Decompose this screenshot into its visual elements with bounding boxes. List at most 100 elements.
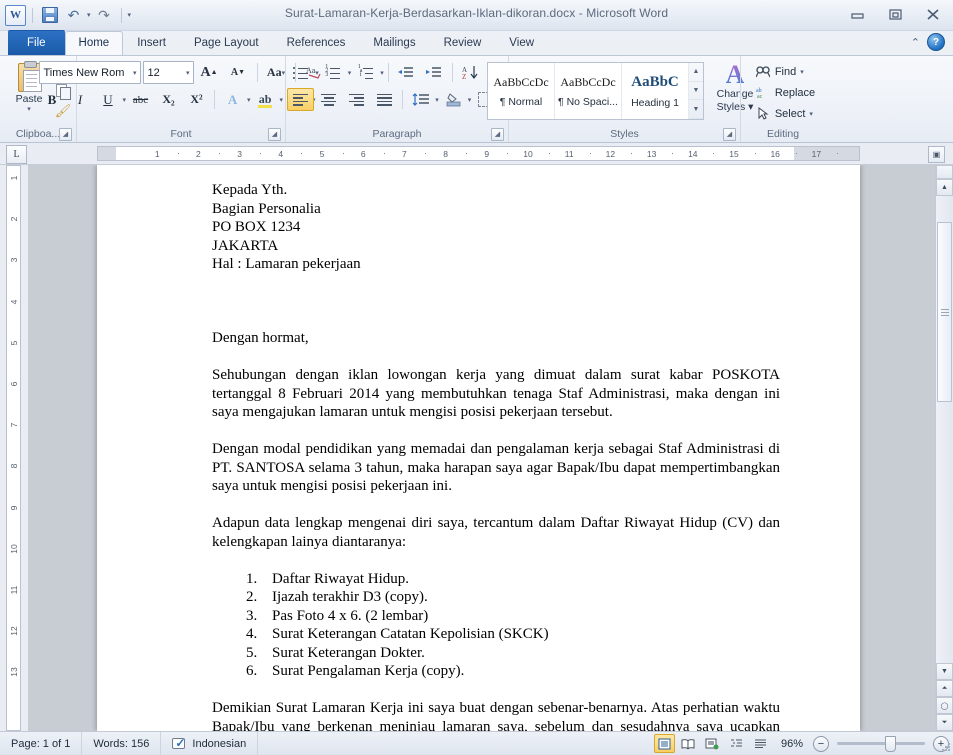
- increase-indent-icon[interactable]: [421, 61, 448, 84]
- clipboard-dialog-launcher-icon[interactable]: ◢: [59, 128, 72, 141]
- align-left-icon[interactable]: [287, 88, 315, 111]
- select-button[interactable]: Select ▾: [755, 104, 815, 123]
- multilevel-list-icon[interactable]: 1ai: [352, 61, 379, 84]
- language-indicator[interactable]: Indonesian: [161, 732, 259, 755]
- address-line-1: Kepada Yth.: [212, 182, 288, 198]
- styles-scroll-down-icon[interactable]: ▼: [689, 82, 703, 101]
- collapse-ribbon-icon[interactable]: ⌃: [911, 36, 920, 49]
- text-effects-dropdown-icon[interactable]: ▾: [247, 96, 251, 104]
- subscript-icon[interactable]: X₂: [155, 88, 182, 111]
- styles-dialog-launcher-icon[interactable]: ◢: [723, 128, 736, 141]
- bullets-icon[interactable]: [287, 61, 314, 84]
- scrollbar-thumb[interactable]: [937, 222, 952, 402]
- help-icon[interactable]: ?: [927, 33, 945, 51]
- close-icon[interactable]: [919, 5, 947, 23]
- font-dialog-launcher-icon[interactable]: ◢: [268, 128, 281, 141]
- style-no-spacing[interactable]: AaBbCcDc ¶ No Spaci...: [555, 63, 622, 119]
- vruler-tick-label: 10: [8, 544, 19, 554]
- document-body[interactable]: Kepada Yth. Bagian Personalia PO BOX 123…: [212, 181, 780, 731]
- sort-icon[interactable]: AZ: [457, 61, 484, 84]
- underline-dropdown-icon[interactable]: ▾: [123, 96, 127, 104]
- view-ruler-toggle-icon[interactable]: ▣: [928, 146, 945, 163]
- style-no-spacing-preview: AaBbCcDc: [560, 74, 616, 89]
- list-item: 4. Surat Keterangan Catatan Kepolisian (S…: [246, 625, 780, 644]
- multilevel-dropdown-icon[interactable]: ▾: [380, 69, 384, 77]
- view-web-layout-icon[interactable]: [702, 734, 723, 753]
- tab-review[interactable]: Review: [430, 31, 496, 55]
- highlight-color-icon[interactable]: ab: [252, 88, 279, 111]
- find-button[interactable]: Find ▾: [755, 62, 815, 81]
- shrink-font-icon[interactable]: A ▼: [225, 61, 252, 84]
- tab-view[interactable]: View: [495, 31, 548, 55]
- view-print-layout-icon[interactable]: [653, 734, 675, 753]
- align-right-icon[interactable]: [343, 88, 370, 111]
- shading-icon[interactable]: [440, 88, 467, 111]
- tab-references[interactable]: References: [273, 31, 360, 55]
- font-size-caret-icon[interactable]: ▾: [186, 69, 190, 77]
- style-heading-1[interactable]: AaBbC Heading 1: [622, 63, 689, 119]
- line-spacing-dropdown-icon[interactable]: ▾: [435, 96, 439, 104]
- address-line-2: Bagian Personalia: [212, 200, 321, 217]
- font-size-combo[interactable]: 12 ▾: [142, 61, 194, 84]
- bullets-dropdown-icon[interactable]: ▾: [315, 69, 319, 77]
- paste-dropdown-icon[interactable]: ▾: [27, 105, 31, 113]
- grow-font-icon[interactable]: A ▲: [196, 61, 223, 84]
- superscript-icon[interactable]: X²: [183, 88, 210, 111]
- tab-selector-button[interactable]: L: [6, 145, 27, 164]
- shading-dropdown-icon[interactable]: ▾: [468, 96, 472, 104]
- select-browse-object-icon[interactable]: ◯: [936, 697, 953, 714]
- view-full-screen-reading-icon[interactable]: [678, 734, 699, 753]
- view-draft-icon[interactable]: [750, 734, 771, 753]
- page-indicator[interactable]: Page: 1 of 1: [0, 732, 83, 755]
- scroll-down-icon[interactable]: ▼: [936, 663, 953, 680]
- styles-more-icon[interactable]: ▼: [689, 100, 703, 120]
- numbering-dropdown-icon[interactable]: ▾: [348, 69, 352, 77]
- restore-icon[interactable]: [881, 5, 909, 23]
- text-effects-icon[interactable]: A: [219, 88, 246, 111]
- paragraph-dialog-launcher-icon[interactable]: ◢: [491, 128, 504, 141]
- underline-icon[interactable]: U: [95, 88, 122, 111]
- numbering-icon[interactable]: 123: [320, 61, 347, 84]
- page-indicator-text: Page: 1 of 1: [11, 737, 71, 750]
- zoom-slider-thumb[interactable]: [885, 736, 896, 752]
- minimize-icon[interactable]: [843, 5, 871, 23]
- tab-mailings[interactable]: Mailings: [359, 31, 429, 55]
- tab-home[interactable]: Home: [64, 31, 124, 55]
- document-page[interactable]: Kepada Yth. Bagian Personalia PO BOX 123…: [97, 165, 860, 731]
- align-center-icon[interactable]: [315, 88, 342, 111]
- replace-icon: ab ac: [755, 86, 771, 99]
- find-dropdown-icon[interactable]: ▾: [800, 68, 804, 76]
- justify-icon[interactable]: [371, 88, 398, 111]
- ruler-tick-label: 5: [319, 149, 325, 159]
- font-name-caret-icon[interactable]: ▾: [133, 69, 137, 77]
- strikethrough-icon[interactable]: abc: [127, 88, 154, 111]
- tab-file[interactable]: File: [8, 30, 65, 55]
- style-normal[interactable]: AaBbCcDc ¶ Normal: [488, 63, 555, 119]
- list-item-number: 2.: [246, 589, 258, 605]
- spelling-check-icon[interactable]: [172, 736, 187, 751]
- view-outline-icon[interactable]: [726, 734, 747, 753]
- next-page-icon[interactable]: ⏷: [936, 714, 953, 731]
- italic-icon[interactable]: I: [67, 88, 94, 111]
- zoom-out-button[interactable]: −: [813, 735, 829, 752]
- decrease-indent-icon[interactable]: [393, 61, 420, 84]
- line-spacing-icon[interactable]: [407, 88, 434, 111]
- tab-insert[interactable]: Insert: [123, 31, 180, 55]
- select-dropdown-icon[interactable]: ▾: [809, 110, 813, 118]
- split-window-handle[interactable]: [936, 165, 953, 179]
- tab-page-layout[interactable]: Page Layout: [180, 31, 273, 55]
- styles-scroll-up-icon[interactable]: ▲: [689, 63, 703, 82]
- font-name-combo[interactable]: Times New Rom ▾: [38, 61, 141, 84]
- zoom-level[interactable]: 96%: [774, 738, 810, 750]
- vertical-ruler[interactable]: 1 2 3 4 5 6 7 8 9 10 11 12 13: [6, 165, 21, 731]
- word-count[interactable]: Words: 156: [82, 732, 162, 755]
- resize-grip[interactable]: [941, 743, 951, 753]
- vertical-scrollbar[interactable]: ▲ ▼ ⏶ ◯ ⏷: [935, 165, 953, 731]
- zoom-slider[interactable]: [837, 736, 925, 752]
- select-icon: [755, 107, 771, 120]
- replace-button[interactable]: ab ac Replace: [755, 83, 815, 102]
- horizontal-ruler[interactable]: 1 2 3 4 5 6 7 8 9 10 11 12 13 14 15 16 17: [97, 146, 860, 161]
- bold-icon[interactable]: B: [39, 88, 66, 111]
- scroll-up-icon[interactable]: ▲: [936, 179, 953, 196]
- previous-page-icon[interactable]: ⏶: [936, 680, 953, 697]
